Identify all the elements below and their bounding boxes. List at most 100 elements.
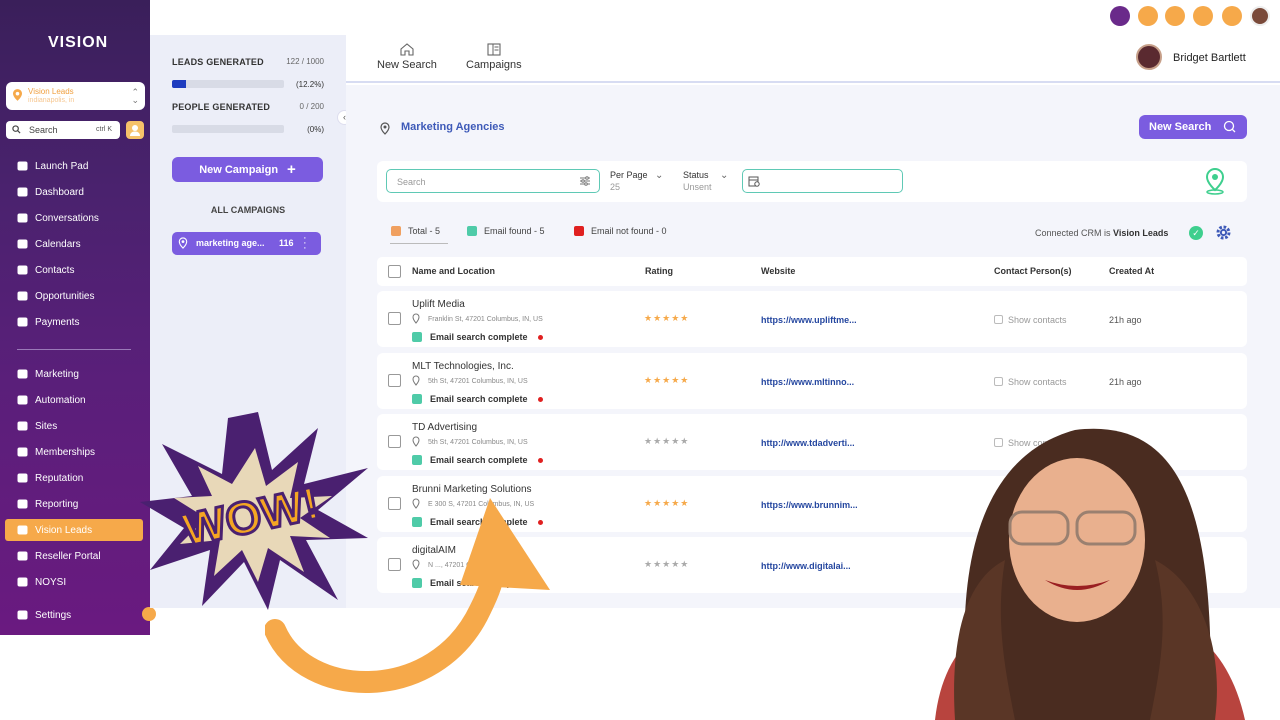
legend-email-found[interactable]: Email found - 5 bbox=[467, 226, 545, 236]
sidebar-item-automation[interactable]: Automation bbox=[5, 389, 143, 411]
col-name-location[interactable]: Name and Location bbox=[412, 266, 495, 276]
table-row[interactable]: MLT Technologies, Inc. 5th St, 47201 Colu… bbox=[377, 353, 1247, 409]
sidebar-item-label: Payments bbox=[35, 316, 80, 328]
status-dropdown[interactable]: Status Unsent ⌄ bbox=[683, 170, 728, 192]
sites-icon bbox=[16, 420, 29, 432]
sidebar-item-reporting[interactable]: Reporting bbox=[5, 493, 143, 515]
legend-email-not-found[interactable]: Email not found - 0 bbox=[574, 226, 667, 236]
rating-stars: ★★★★★ bbox=[644, 313, 690, 323]
sidebar-item-sites[interactable]: Sites bbox=[5, 415, 143, 437]
more-options-icon[interactable]: · · · bbox=[303, 233, 307, 254]
business-name[interactable]: MLT Technologies, Inc. bbox=[412, 361, 514, 372]
crm-name: Vision Leads bbox=[1113, 228, 1169, 238]
sidebar-item-conversations[interactable]: Conversations bbox=[5, 207, 143, 229]
date-range-input[interactable] bbox=[742, 169, 903, 193]
tab-campaigns[interactable]: Campaigns bbox=[466, 43, 522, 71]
announcement-icon[interactable] bbox=[1165, 6, 1185, 26]
location-pin-icon bbox=[412, 375, 420, 386]
row-checkbox[interactable] bbox=[388, 374, 401, 387]
notifications-icon[interactable] bbox=[1193, 6, 1213, 26]
chat-widget-icon[interactable] bbox=[1110, 6, 1130, 26]
leads-generated-label: LEADS GENERATED bbox=[172, 57, 264, 67]
website-link[interactable]: https://www.brunnim... bbox=[761, 500, 861, 510]
user-avatar[interactable] bbox=[1136, 44, 1162, 70]
website-link[interactable]: https://www.mltinno... bbox=[761, 377, 861, 387]
sidebar-item-memberships[interactable]: Memberships bbox=[5, 441, 143, 463]
results-search-input[interactable]: Search bbox=[386, 169, 600, 193]
leads-progress-bar bbox=[172, 80, 284, 88]
filter-sliders-icon[interactable] bbox=[579, 175, 591, 187]
campaign-list-item[interactable]: marketing age... 116 · · · bbox=[172, 232, 321, 255]
col-website[interactable]: Website bbox=[761, 266, 795, 276]
sidebar-item-calendars[interactable]: Calendars bbox=[5, 233, 143, 255]
table-row[interactable]: Uplift Media Franklin St, 47201 Columbus,… bbox=[377, 291, 1247, 347]
show-contacts-link[interactable]: Show contacts bbox=[994, 377, 1067, 387]
show-contacts-link[interactable]: Show contacts bbox=[994, 315, 1067, 325]
new-campaign-button[interactable]: New Campaign + bbox=[172, 157, 323, 182]
account-switcher[interactable]: Vision Leads indianapolis, in ⌃ ⌄ bbox=[6, 82, 145, 110]
sidebar-item-dashboard[interactable]: Dashboard bbox=[5, 181, 143, 203]
col-created[interactable]: Created At bbox=[1109, 266, 1154, 276]
sidebar-item-settings[interactable]: Settings bbox=[5, 604, 143, 626]
quick-user-icon[interactable] bbox=[126, 121, 144, 139]
vision-leads-icon bbox=[16, 524, 29, 536]
reporting-icon bbox=[16, 498, 29, 510]
phone-icon[interactable] bbox=[1138, 6, 1158, 26]
email-status: Email search complete bbox=[430, 332, 528, 342]
search-icon bbox=[12, 125, 21, 134]
website-link[interactable]: http://www.digitalai... bbox=[761, 561, 861, 571]
automation-icon bbox=[16, 394, 29, 406]
new-search-button[interactable]: New Search bbox=[1139, 115, 1247, 139]
per-page-dropdown[interactable]: Per Page 25 ⌄ bbox=[610, 170, 663, 192]
help-icon[interactable] bbox=[1222, 6, 1242, 26]
sidebar-item-opportunities[interactable]: Opportunities bbox=[5, 285, 143, 307]
status-dot bbox=[538, 335, 543, 340]
sidebar-item-launch-pad[interactable]: Launch Pad bbox=[5, 155, 143, 177]
col-contacts[interactable]: Contact Person(s) bbox=[994, 266, 1072, 276]
sidebar-item-vision-leads[interactable]: Vision Leads bbox=[5, 519, 143, 541]
email-status: Email search complete bbox=[430, 394, 528, 404]
row-checkbox[interactable] bbox=[388, 435, 401, 448]
sidebar-item-contacts[interactable]: Contacts bbox=[5, 259, 143, 281]
legend-swatch bbox=[391, 226, 401, 236]
legend-swatch bbox=[467, 226, 477, 236]
sidebar-item-label: Opportunities bbox=[35, 290, 95, 302]
sidebar-item-reputation[interactable]: Reputation bbox=[5, 467, 143, 489]
sidebar-item-reseller-portal[interactable]: Reseller Portal bbox=[5, 545, 143, 567]
tab-new-search[interactable]: New Search bbox=[377, 43, 437, 71]
website-link[interactable]: https://www.upliftme... bbox=[761, 315, 861, 325]
chat-icon bbox=[16, 212, 29, 224]
chevron-updown-icon: ⌃ ⌄ bbox=[131, 87, 139, 105]
sidebar-item-label: NOYSI bbox=[35, 576, 67, 588]
col-rating[interactable]: Rating bbox=[645, 266, 673, 276]
calendar-icon bbox=[16, 238, 29, 250]
map-pin-icon[interactable] bbox=[1203, 167, 1227, 195]
sidebar-item-marketing[interactable]: Marketing bbox=[5, 363, 143, 385]
sidebar-search[interactable]: Search ctrl K bbox=[6, 121, 120, 139]
business-name[interactable]: Uplift Media bbox=[412, 299, 465, 310]
sidebar-item-label: Conversations bbox=[35, 212, 99, 224]
gear-icon[interactable] bbox=[1215, 224, 1232, 241]
website-link[interactable]: http://www.tdadverti... bbox=[761, 438, 861, 448]
rating-stars: ★★★★★ bbox=[644, 375, 690, 385]
user-name: Bridget Bartlett bbox=[1173, 52, 1246, 64]
noysi-icon bbox=[16, 576, 29, 588]
row-checkbox[interactable] bbox=[388, 312, 401, 325]
legend-email-not-found-label: Email not found - 0 bbox=[591, 226, 667, 236]
sidebar-item-label: Reseller Portal bbox=[35, 550, 101, 562]
select-all-checkbox[interactable] bbox=[388, 265, 401, 278]
search-shortcut: ctrl K bbox=[96, 126, 112, 133]
people-generated-label: PEOPLE GENERATED bbox=[172, 102, 271, 112]
status-value: Unsent bbox=[683, 182, 712, 192]
profile-avatar-icon[interactable] bbox=[1250, 6, 1270, 26]
campaign-name: marketing age... bbox=[196, 238, 265, 248]
business-name[interactable]: TD Advertising bbox=[412, 422, 477, 433]
presenter-illustration bbox=[935, 428, 1245, 720]
contacts-icon bbox=[16, 264, 29, 276]
search-icon bbox=[1223, 120, 1236, 133]
legend-total[interactable]: Total - 5 bbox=[391, 226, 440, 236]
email-status-swatch bbox=[412, 394, 422, 404]
sidebar-item-noysi[interactable]: NOYSI bbox=[5, 571, 143, 593]
sidebar-search-label: Search bbox=[29, 125, 58, 135]
sidebar-item-payments[interactable]: Payments bbox=[5, 311, 143, 333]
